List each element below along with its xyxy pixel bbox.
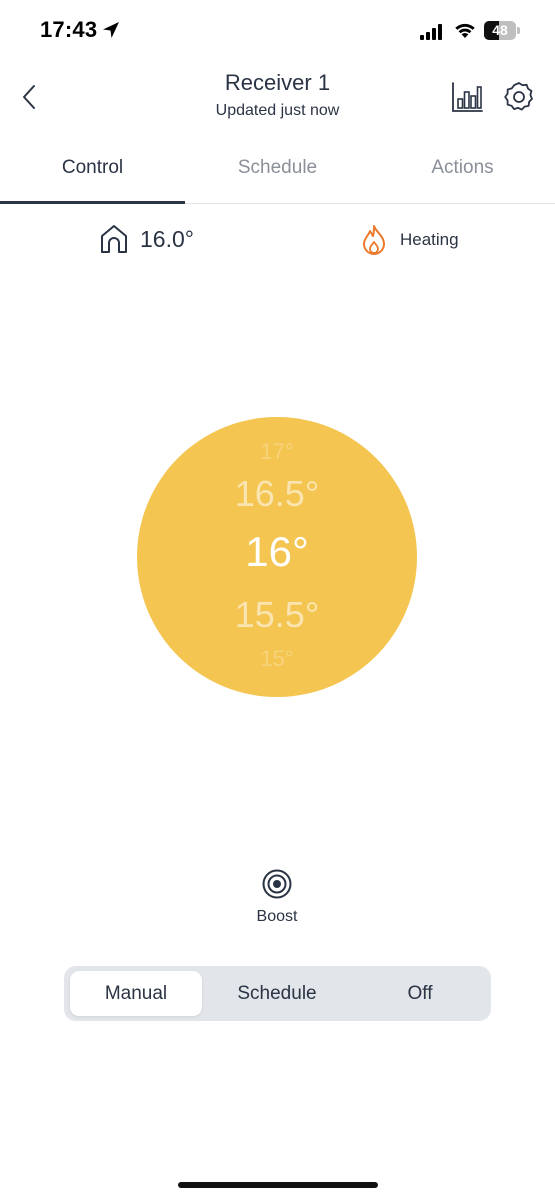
location-arrow-icon xyxy=(103,22,119,38)
boost-label: Boost xyxy=(256,908,298,925)
chevron-left-icon xyxy=(23,85,35,109)
home-indicator[interactable] xyxy=(178,1182,378,1188)
settings-button[interactable] xyxy=(502,80,536,114)
wifi-icon xyxy=(455,23,475,38)
active-tab-indicator xyxy=(0,201,185,204)
bar-chart-icon xyxy=(452,82,483,112)
battery-cap xyxy=(517,27,520,34)
battery-body: 48 xyxy=(484,21,516,40)
dial-value: 15° xyxy=(260,646,294,671)
page-title: Receiver 1 xyxy=(224,70,331,95)
tab-actions[interactable]: Actions xyxy=(370,140,555,204)
mode-schedule[interactable]: Schedule xyxy=(211,971,343,1016)
status-bar: 17:43 48 xyxy=(0,0,555,62)
temperature-dial[interactable]: 17° 16.5° 16° 15.5° 15° xyxy=(137,417,417,697)
mode-off[interactable]: Off xyxy=(354,971,486,1016)
tab-schedule[interactable]: Schedule xyxy=(185,140,370,204)
back-button[interactable] xyxy=(14,80,46,114)
dial-selected-value: 16° xyxy=(245,528,309,575)
home-icon xyxy=(101,225,127,253)
boost-button[interactable]: Boost xyxy=(237,866,317,930)
cellular-signal-icon xyxy=(420,24,442,40)
tab-bar: Control Schedule Actions xyxy=(0,140,555,204)
status-time: 17:43 xyxy=(40,17,98,42)
target-icon xyxy=(262,869,292,899)
flame-icon xyxy=(363,225,385,255)
mode-selector: Manual Schedule Off xyxy=(64,966,491,1021)
dial-value: 15.5° xyxy=(234,594,320,635)
mode-manual[interactable]: Manual xyxy=(70,971,202,1016)
dial-value: 17° xyxy=(260,439,294,464)
gear-icon xyxy=(504,82,533,111)
current-temperature: 16.0° xyxy=(140,226,194,252)
tab-control[interactable]: Control xyxy=(0,140,185,204)
dial-value: 16.5° xyxy=(234,473,320,514)
statistics-button[interactable] xyxy=(450,80,484,114)
heating-status: Heating xyxy=(400,230,459,249)
page-subtitle: Updated just now xyxy=(215,102,340,119)
battery-indicator: 48 xyxy=(484,21,520,40)
battery-level: 48 xyxy=(492,22,508,38)
